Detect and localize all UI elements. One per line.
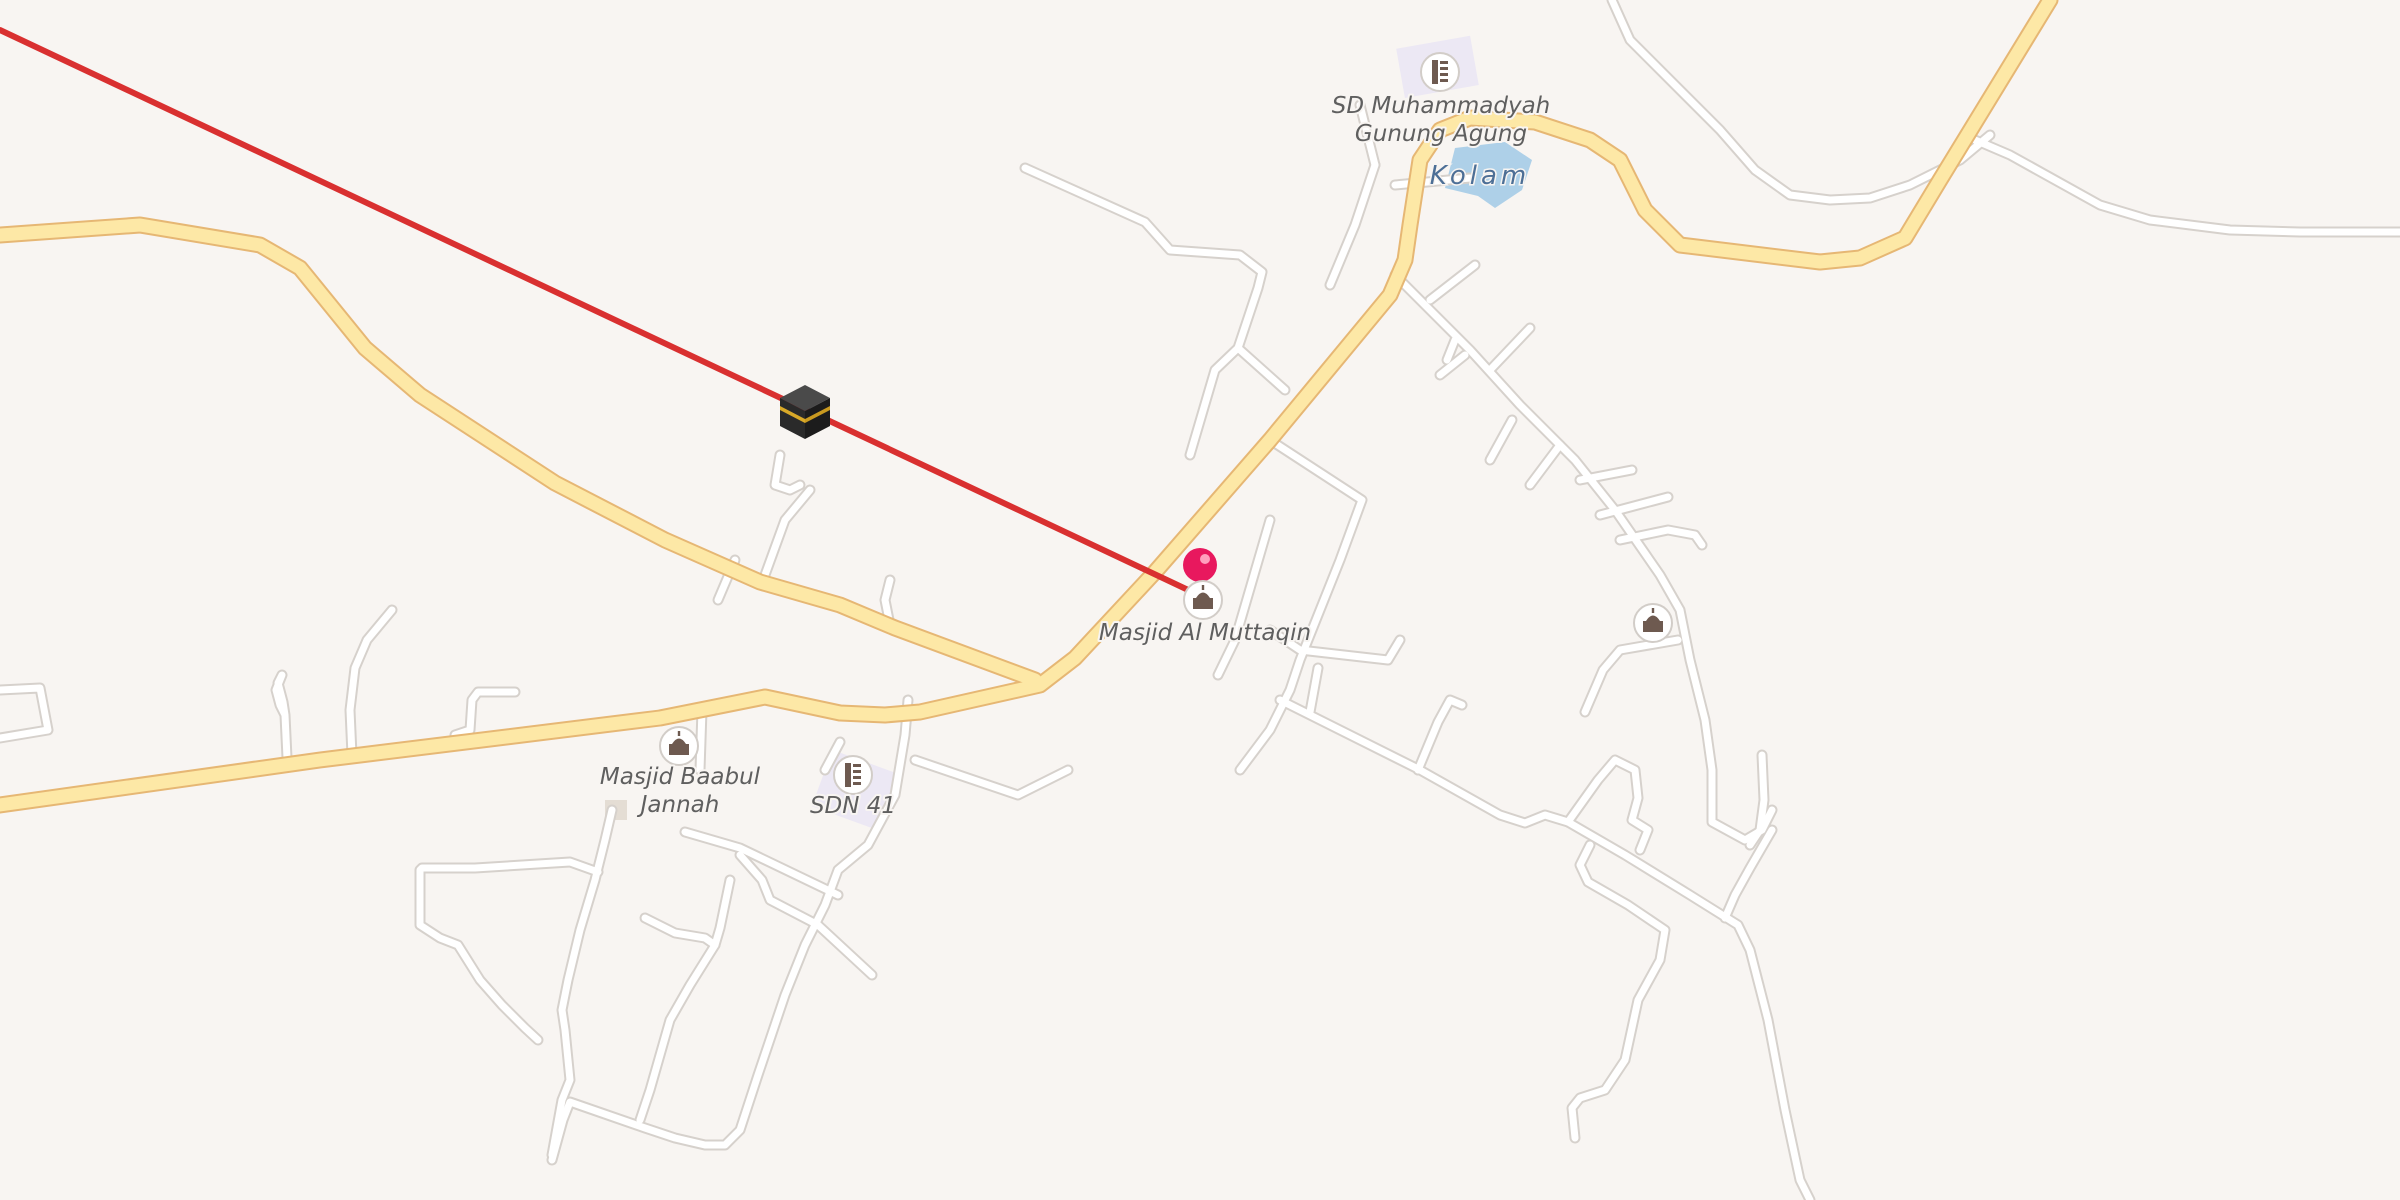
school-label-north-line2: Gunung Agung <box>1355 121 1527 147</box>
map-canvas[interactable]: SD Muhammadyah Gunung Agung Kolam Masjid… <box>0 0 2400 1200</box>
mosque-label-al-muttaqin: Masjid Al Muttaqin <box>1099 620 1311 646</box>
school-label-north-line1: SD Muhammadyah <box>1332 93 1551 119</box>
mosque-label-baabul-line1: Masjid Baabul <box>600 764 761 790</box>
mosque-label-baabul-line2: Jannah <box>637 792 720 818</box>
pond-label: Kolam <box>1430 161 1531 191</box>
school-icon[interactable] <box>833 755 873 795</box>
mosque-icon[interactable] <box>1183 580 1223 620</box>
school-label-sdn41: SDN 41 <box>810 793 896 819</box>
school-icon[interactable] <box>1420 52 1460 92</box>
mosque-icon[interactable] <box>1633 603 1673 643</box>
mosque-icon[interactable] <box>659 726 699 766</box>
